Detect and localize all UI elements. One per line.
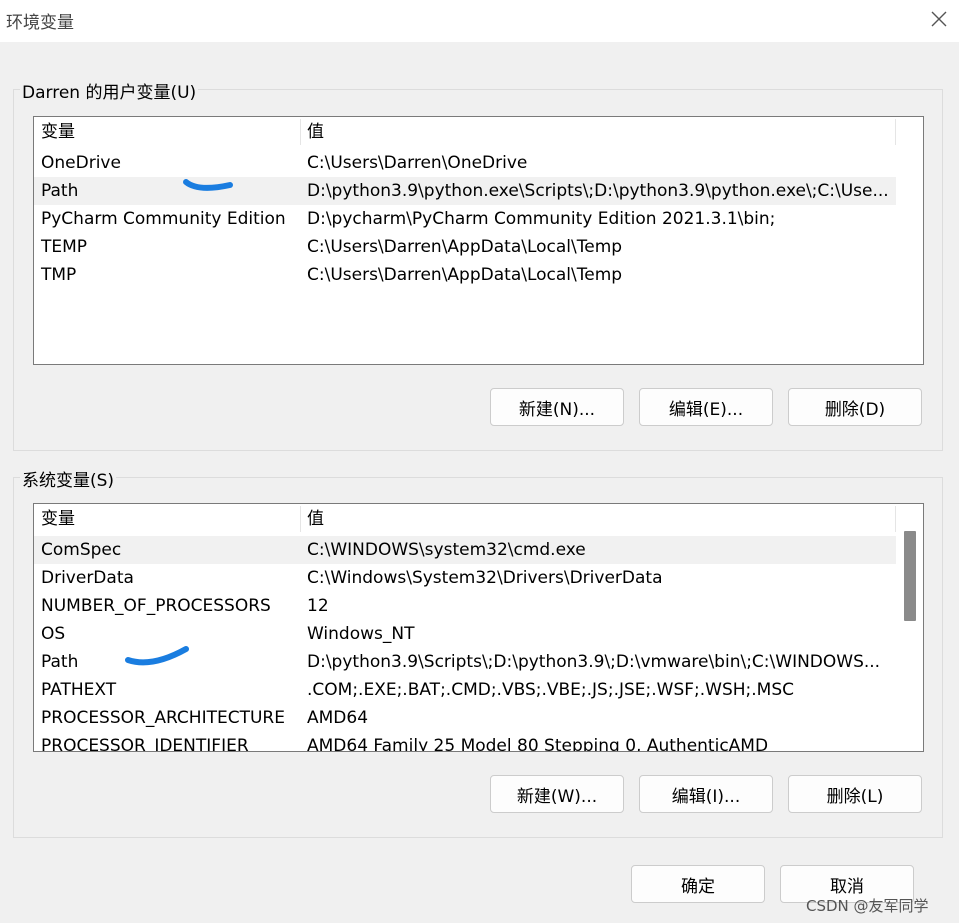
var-name: OS xyxy=(41,624,66,644)
var-value: C:\WINDOWS\system32\cmd.exe xyxy=(307,540,586,560)
table-row[interactable]: ComSpec C:\WINDOWS\system32\cmd.exe xyxy=(34,536,896,564)
var-value: D:\python3.9\python.exe\Scripts\;D:\pyth… xyxy=(307,181,889,201)
column-separator[interactable] xyxy=(300,119,301,145)
table-row[interactable]: PROCESSOR_IDENTIFIER AMD64 Family 25 Mod… xyxy=(34,732,896,752)
window-title: 环境变量 xyxy=(6,13,74,33)
system-edit-button[interactable]: 编辑(I)... xyxy=(639,775,773,813)
var-name: PROCESSOR_IDENTIFIER xyxy=(41,736,249,752)
system-vars-list[interactable]: 变量 值 ComSpec C:\WINDOWS\system32\cmd.exe… xyxy=(33,503,924,752)
var-value: 12 xyxy=(307,596,329,616)
var-value: D:\python3.9\Scripts\;D:\python3.9\;D:\v… xyxy=(307,652,881,672)
user-vars-list[interactable]: 变量 值 OneDrive C:\Users\Darren\OneDrive P… xyxy=(33,116,924,365)
table-row[interactable]: PyCharm Community Edition D:\pycharm\PyC… xyxy=(34,205,896,233)
var-value: D:\pycharm\PyCharm Community Edition 202… xyxy=(307,209,776,229)
scrollbar-thumb[interactable] xyxy=(904,531,916,621)
user-edit-button[interactable]: 编辑(E)... xyxy=(639,388,773,426)
var-name: Path xyxy=(41,652,79,672)
var-value: Windows_NT xyxy=(307,624,415,644)
var-name: TMP xyxy=(41,265,77,285)
table-row[interactable]: PATHEXT .COM;.EXE;.BAT;.CMD;.VBS;.VBE;.J… xyxy=(34,676,896,704)
system-delete-button[interactable]: 删除(L) xyxy=(788,775,922,813)
var-value: AMD64 Family 25 Model 80 Stepping 0, Aut… xyxy=(307,736,769,752)
column-header-value[interactable]: 值 xyxy=(307,504,324,532)
column-header-variable[interactable]: 变量 xyxy=(41,504,75,532)
table-row[interactable]: DriverData C:\Windows\System32\Drivers\D… xyxy=(34,564,896,592)
var-value: C:\Users\Darren\AppData\Local\Temp xyxy=(307,237,623,257)
ok-button[interactable]: 确定 xyxy=(631,865,765,903)
table-row[interactable]: NUMBER_OF_PROCESSORS 12 xyxy=(34,592,896,620)
table-row[interactable]: Path D:\python3.9\python.exe\Scripts\;D:… xyxy=(34,177,896,205)
column-header-variable[interactable]: 变量 xyxy=(41,117,75,145)
column-separator[interactable] xyxy=(895,506,896,532)
column-separator[interactable] xyxy=(300,506,301,532)
user-new-button[interactable]: 新建(N)... xyxy=(490,388,624,426)
var-value: AMD64 xyxy=(307,708,369,728)
table-row[interactable]: TEMP C:\Users\Darren\AppData\Local\Temp xyxy=(34,233,896,261)
var-name: OneDrive xyxy=(41,153,121,173)
var-name: NUMBER_OF_PROCESSORS xyxy=(41,596,271,616)
var-name: ComSpec xyxy=(41,540,122,560)
table-row[interactable]: PROCESSOR_ARCHITECTURE AMD64 xyxy=(34,704,896,732)
table-row[interactable]: OneDrive C:\Users\Darren\OneDrive xyxy=(34,149,896,177)
title-bar: 环境变量 xyxy=(0,0,959,42)
column-header-value[interactable]: 值 xyxy=(307,117,324,145)
user-vars-header: 变量 值 xyxy=(34,117,896,145)
annotation-mark xyxy=(125,646,189,666)
var-name: Path xyxy=(41,181,79,201)
scrollbar[interactable] xyxy=(898,504,922,751)
close-icon xyxy=(931,11,946,27)
var-value: .COM;.EXE;.BAT;.CMD;.VBS;.VBE;.JS;.JSE;.… xyxy=(307,680,795,700)
user-vars-group-label: Darren 的用户变量(U) xyxy=(20,78,199,103)
table-row[interactable]: TMP C:\Users\Darren\AppData\Local\Temp xyxy=(34,261,896,289)
system-vars-group-label: 系统变量(S) xyxy=(20,466,117,491)
annotation-mark xyxy=(183,179,233,191)
close-button[interactable] xyxy=(918,0,959,38)
user-delete-button[interactable]: 删除(D) xyxy=(788,388,922,426)
system-new-button[interactable]: 新建(W)... xyxy=(490,775,624,813)
var-value: C:\Users\Darren\AppData\Local\Temp xyxy=(307,265,623,285)
var-name: PATHEXT xyxy=(41,680,117,700)
var-name: DriverData xyxy=(41,568,134,588)
column-separator[interactable] xyxy=(895,119,896,145)
var-value: C:\Users\Darren\OneDrive xyxy=(307,153,528,173)
var-name: PROCESSOR_ARCHITECTURE xyxy=(41,708,285,728)
var-value: C:\Windows\System32\Drivers\DriverData xyxy=(307,568,663,588)
watermark: CSDN @友军同学 xyxy=(806,897,929,915)
var-name: PyCharm Community Edition xyxy=(41,209,286,229)
system-vars-header: 变量 值 xyxy=(34,504,896,532)
var-name: TEMP xyxy=(41,237,88,257)
